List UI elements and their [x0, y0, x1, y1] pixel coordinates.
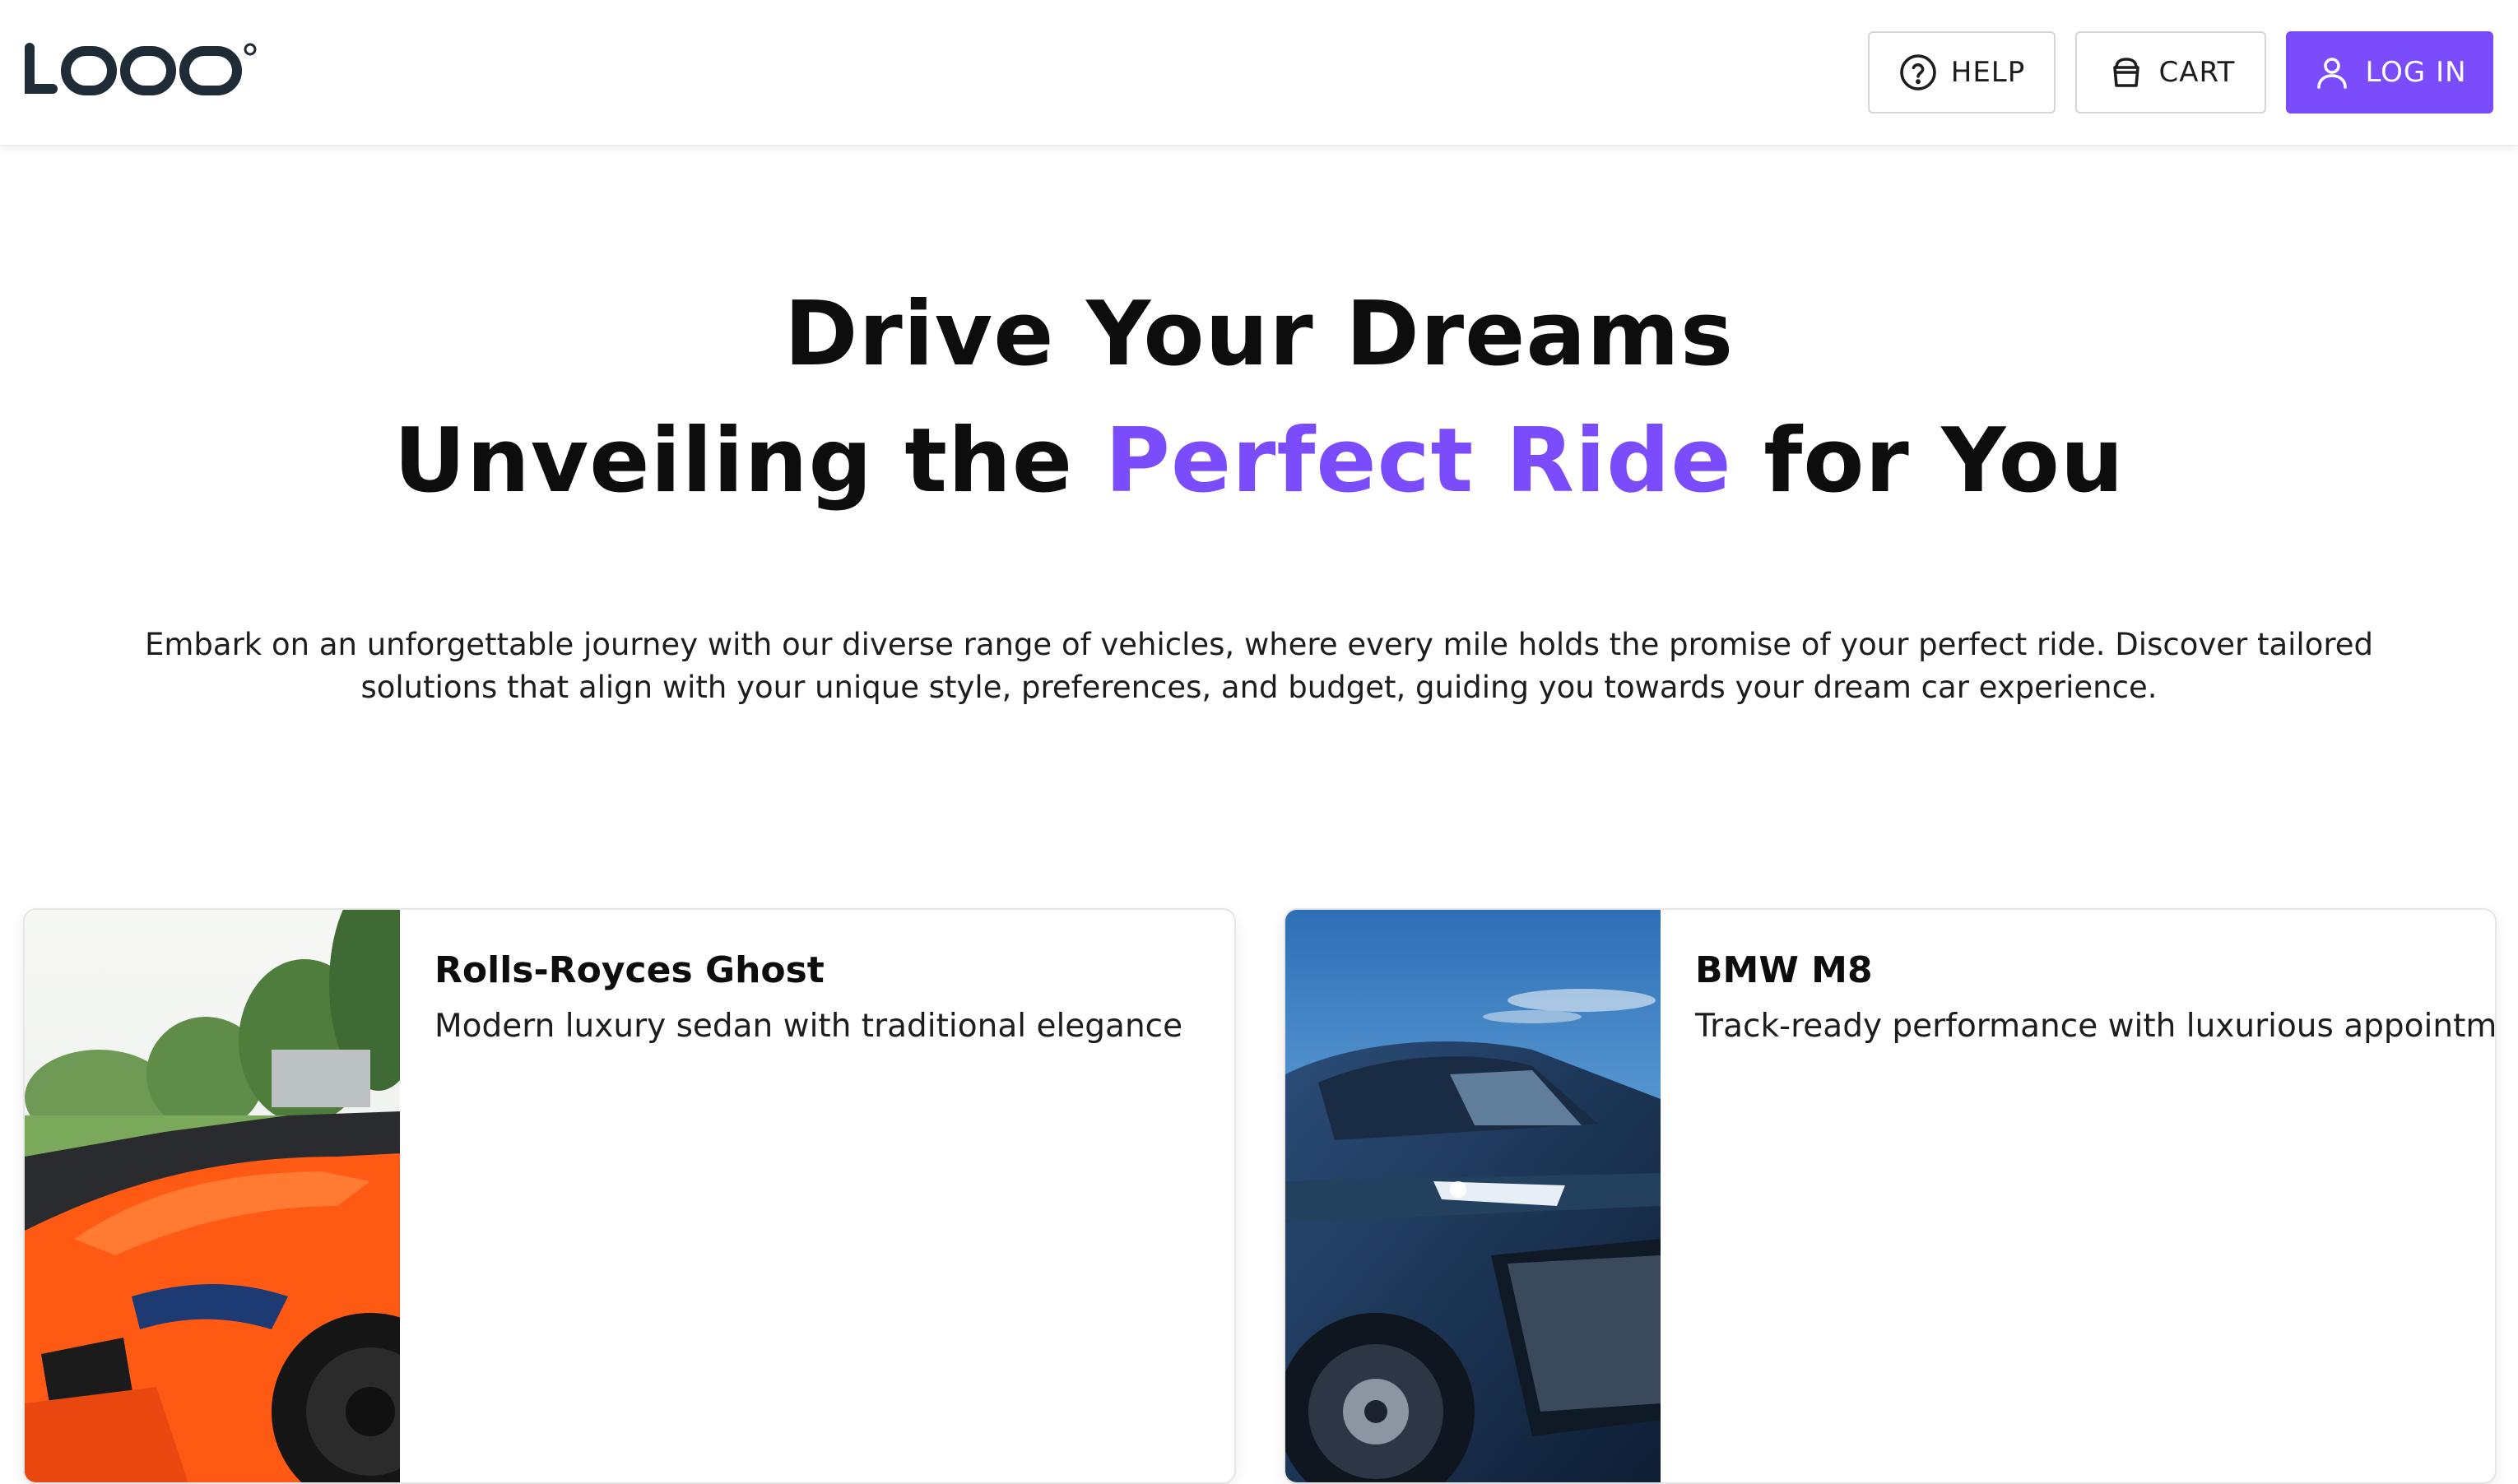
hero-title-prefix: Unveiling the: [393, 410, 1105, 512]
car-photo-blue-bmw: [1285, 910, 1661, 1482]
brand-logo[interactable]: [23, 41, 257, 100]
car-card-body: Rolls-Royces Ghost Modern luxury sedan w…: [434, 946, 1234, 1048]
cart-button[interactable]: CART: [2075, 31, 2266, 114]
car-card-body: BMW M8 Track-ready performance with luxu…: [1695, 946, 2495, 1048]
question-circle-icon: [1899, 54, 1936, 90]
car-description: Track-ready performance with luxurious a…: [1695, 1008, 2497, 1045]
car-card-bmw-m8[interactable]: BMW M8 Track-ready performance with luxu…: [1284, 908, 2497, 1484]
car-name: BMW M8: [1695, 949, 1873, 991]
shopping-bag-icon: [2112, 58, 2139, 87]
help-label: HELP: [1950, 56, 2026, 89]
car-description: Modern luxury sedan with traditional ele…: [434, 1008, 1183, 1045]
hero-title-accent: Perfect Ride: [1104, 410, 1732, 512]
hero-title-suffix: for You: [1731, 410, 2125, 512]
user-icon: [2317, 58, 2348, 89]
top-navbar: HELP CART LOG IN: [0, 0, 2518, 146]
cart-label: CART: [2158, 56, 2236, 89]
login-label: LOG IN: [2365, 56, 2467, 89]
hero-title-line2: Unveiling the Perfect Ride for You: [0, 398, 2518, 525]
hero-section: Drive Your Dreams Unveiling the Perfect …: [0, 271, 2518, 525]
hero-title-line1: Drive Your Dreams: [783, 283, 1735, 386]
car-name: Rolls-Royces Ghost: [434, 949, 825, 991]
car-card-rolls-royce-ghost[interactable]: Rolls-Royces Ghost Modern luxury sedan w…: [23, 908, 1236, 1484]
hero-title: Drive Your Dreams Unveiling the Perfect …: [0, 271, 2518, 525]
car-photo-orange-sportscar: [25, 910, 400, 1482]
help-button[interactable]: HELP: [1868, 31, 2056, 114]
hero-description: Embark on an unforgettable journey with …: [144, 627, 2373, 705]
login-button[interactable]: LOG IN: [2286, 31, 2493, 114]
